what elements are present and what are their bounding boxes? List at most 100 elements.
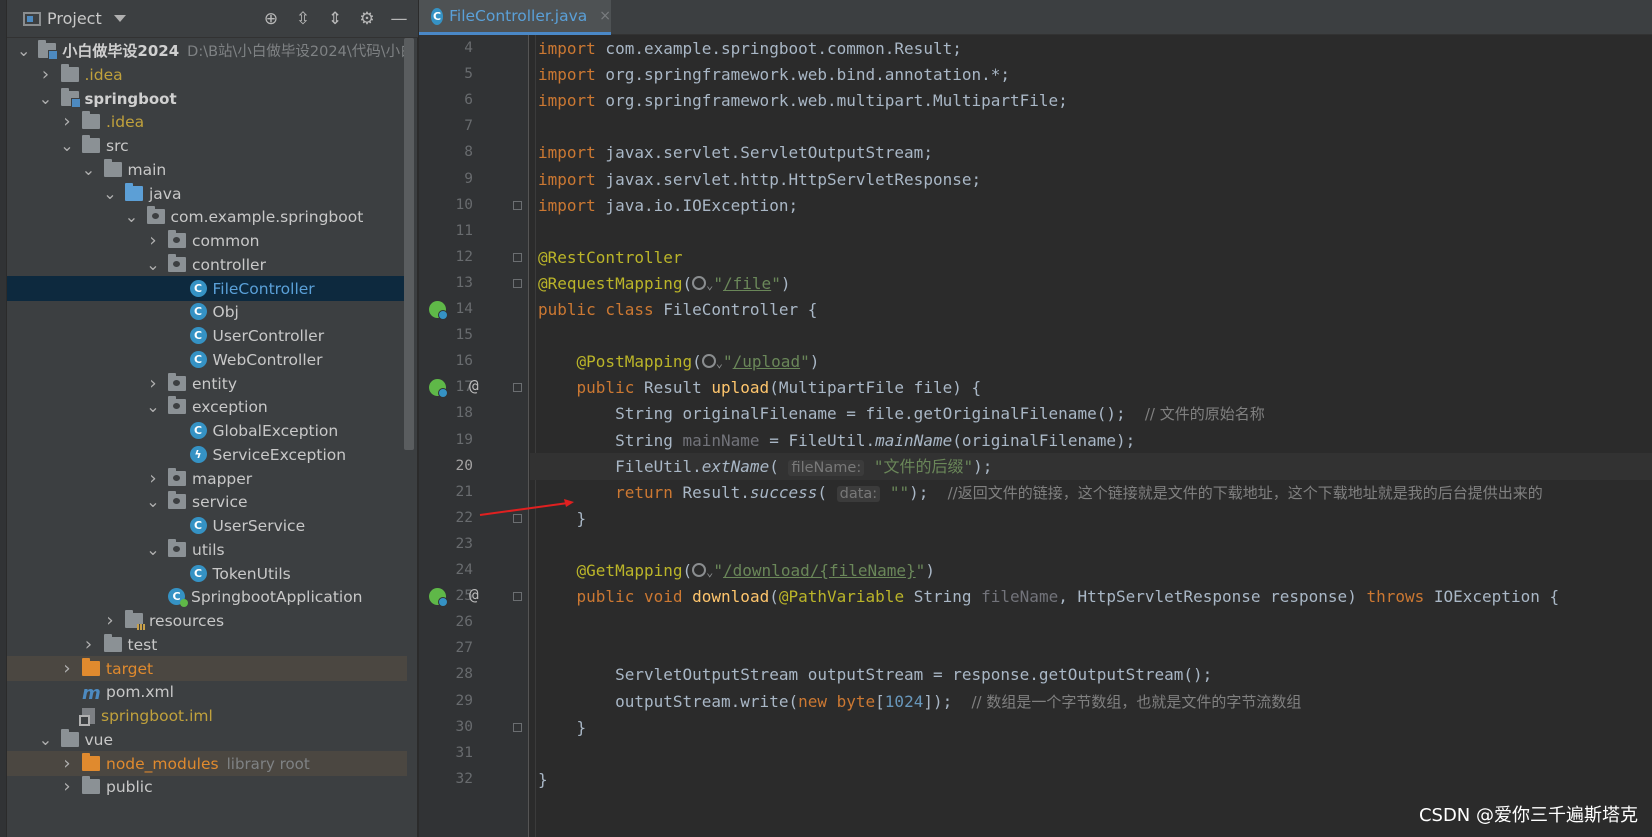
chevron-down-icon[interactable]: ⌄ xyxy=(39,730,53,749)
line-number[interactable]: 32 xyxy=(419,766,473,793)
code-line[interactable]: import javax.servlet.http.HttpServletRes… xyxy=(538,166,981,193)
fold-marker-icon[interactable] xyxy=(513,383,522,393)
tree-item[interactable]: ⌄ com.example.springboot xyxy=(7,204,407,229)
line-number[interactable]: 27 xyxy=(419,635,473,662)
code-line[interactable]: public Result upload(MultipartFile file)… xyxy=(538,374,982,401)
code-line[interactable]: FileUtil.extName( fileName: "文件的后缀"); xyxy=(538,453,992,480)
chevron-down-icon[interactable]: ⌄ xyxy=(17,41,30,60)
line-number[interactable]: 12 xyxy=(419,244,473,271)
line-number[interactable]: 26 xyxy=(419,609,473,636)
tree-item[interactable]: ›CObj xyxy=(7,299,407,324)
line-number[interactable]: 29 xyxy=(419,688,473,715)
code-line[interactable]: @GetMapping(⌄"/download/{fileName}") xyxy=(538,557,935,584)
code-line[interactable]: @PostMapping(⌄"/upload") xyxy=(538,348,820,375)
tree-item[interactable]: › test xyxy=(7,632,407,657)
line-number[interactable]: 13 xyxy=(419,270,473,297)
chevron-down-icon[interactable] xyxy=(113,15,126,22)
line-number[interactable]: 17 xyxy=(419,374,473,401)
line-number[interactable]: 22 xyxy=(419,505,473,532)
line-number[interactable]: 31 xyxy=(419,740,473,767)
tree-item[interactable]: › entity xyxy=(7,371,407,396)
fold-marker-icon[interactable] xyxy=(513,592,522,602)
chevron-right-icon[interactable]: › xyxy=(60,658,74,679)
chevron-right-icon[interactable]: › xyxy=(103,610,117,631)
code-line[interactable]: public void download(@PathVariable Strin… xyxy=(538,583,1560,610)
chevron-right-icon[interactable]: › xyxy=(60,111,74,132)
code-line[interactable]: ServletOutputStream outputStream = respo… xyxy=(538,661,1212,688)
spring-bean-icon[interactable] xyxy=(429,588,448,608)
line-number[interactable]: 25 xyxy=(419,583,473,610)
collapse-all-icon[interactable]: ⇕ xyxy=(324,8,346,30)
tree-item[interactable]: ⌄ src xyxy=(7,133,407,158)
expand-all-icon[interactable]: ⇳ xyxy=(292,8,314,30)
chevron-right-icon[interactable]: › xyxy=(60,753,74,774)
code-line[interactable]: } xyxy=(538,766,548,793)
code-line[interactable]: @RestController xyxy=(538,244,683,271)
tab-filecontroller[interactable]: C FileController.java × xyxy=(419,0,611,35)
locate-icon[interactable]: ⊕ xyxy=(260,8,282,30)
code-line[interactable]: import org.springframework.web.multipart… xyxy=(538,87,1068,114)
code-editor[interactable]: import com.example.springboot.common.Res… xyxy=(530,35,1652,837)
line-number[interactable]: 11 xyxy=(419,218,473,245)
code-line[interactable]: import com.example.springboot.common.Res… xyxy=(538,35,962,62)
tree-item[interactable]: › .idea xyxy=(7,62,407,87)
tree-item[interactable]: ›CFileController xyxy=(7,276,407,301)
tree-item[interactable]: ›springboot.iml xyxy=(7,703,407,728)
endpoint-mapping-icon[interactable]: @ xyxy=(469,585,479,604)
spring-bean-icon[interactable] xyxy=(429,379,448,399)
hide-icon[interactable]: — xyxy=(388,8,410,30)
chevron-down-icon[interactable]: ⌄ xyxy=(146,540,160,559)
tree-item[interactable]: ⌄ controller xyxy=(7,252,407,277)
code-line[interactable]: String originalFilename = file.getOrigin… xyxy=(538,400,1265,427)
tree-item[interactable]: ›CUserService xyxy=(7,513,407,538)
chevron-right-icon[interactable]: › xyxy=(39,64,53,85)
tree-item[interactable]: ⌄ main xyxy=(7,157,407,182)
tree-item[interactable]: ⌄ service xyxy=(7,489,407,514)
close-icon[interactable]: × xyxy=(599,8,611,24)
code-line[interactable]: import javax.servlet.ServletOutputStream… xyxy=(538,139,933,166)
tree-item[interactable]: › node_modules library root xyxy=(7,751,407,776)
endpoint-mapping-icon[interactable]: @ xyxy=(469,376,479,395)
chevron-down-icon[interactable]: ⌄ xyxy=(103,184,117,203)
line-number[interactable]: 18 xyxy=(419,400,473,427)
gear-icon[interactable]: ⚙ xyxy=(356,8,378,30)
code-line[interactable]: import org.springframework.web.bind.anno… xyxy=(538,61,1010,88)
chevron-down-icon[interactable]: ⌄ xyxy=(146,255,160,274)
tree-item[interactable]: ⌄ 小白做毕设2024 D:\B站\小白做毕设2024\代码\小白 xyxy=(7,38,407,63)
line-number[interactable]: 10 xyxy=(419,192,473,219)
line-number[interactable]: 9 xyxy=(419,166,473,193)
line-number[interactable]: 20 xyxy=(419,453,473,480)
tree-item[interactable]: › public xyxy=(7,774,407,799)
tree-item[interactable]: › target xyxy=(7,656,407,681)
tree-scrollbar[interactable] xyxy=(404,38,414,450)
chevron-down-icon[interactable]: ⌄ xyxy=(60,136,74,155)
line-number[interactable]: 7 xyxy=(419,113,473,140)
fold-marker-icon[interactable] xyxy=(513,200,522,210)
line-number[interactable]: 21 xyxy=(419,479,473,506)
chevron-down-icon[interactable]: ⌄ xyxy=(146,492,160,511)
tree-item[interactable]: › .idea xyxy=(7,109,407,134)
project-title[interactable]: Project xyxy=(47,9,102,28)
chevron-right-icon[interactable]: › xyxy=(60,776,74,797)
tree-item[interactable]: ›CSpringbootApplication xyxy=(7,584,407,609)
tree-item[interactable]: ⌄ exception xyxy=(7,394,407,419)
line-number[interactable]: 24 xyxy=(419,557,473,584)
chevron-right-icon[interactable]: › xyxy=(146,373,160,394)
spring-bean-icon[interactable] xyxy=(429,301,448,320)
code-line[interactable]: public class FileController { xyxy=(538,296,817,323)
chevron-right-icon[interactable]: › xyxy=(82,634,96,655)
code-line[interactable]: import java.io.IOException; xyxy=(538,192,798,219)
tree-item[interactable]: › common xyxy=(7,228,407,253)
tree-item[interactable]: ›mpom.xml xyxy=(7,679,407,704)
tree-item[interactable]: ⌄ vue xyxy=(7,727,407,752)
line-number[interactable]: 28 xyxy=(419,661,473,688)
fold-marker-icon[interactable] xyxy=(513,278,522,288)
fold-marker-icon[interactable] xyxy=(513,722,522,732)
line-number[interactable]: 16 xyxy=(419,348,473,375)
code-line[interactable]: outputStream.write(new byte[1024]); // 数… xyxy=(538,688,1301,715)
chevron-down-icon[interactable]: ⌄ xyxy=(125,207,139,226)
tree-item[interactable]: ⌄ springboot xyxy=(7,86,407,111)
tree-item[interactable]: ›CTokenUtils xyxy=(7,561,407,586)
line-number[interactable]: 30 xyxy=(419,714,473,741)
code-line[interactable]: } xyxy=(538,714,587,741)
